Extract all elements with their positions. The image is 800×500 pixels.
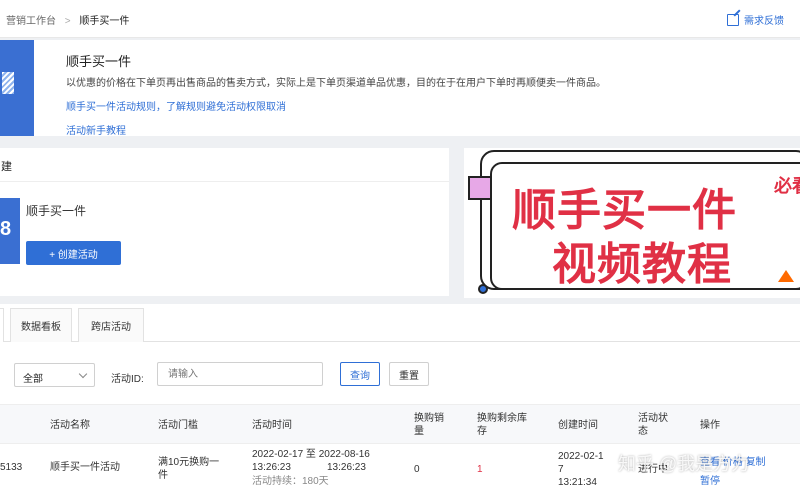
create-heading: 建 <box>0 148 449 182</box>
video-tutorial-banner[interactable]: 顺手买一件 视频教程 必看 <box>464 148 800 298</box>
cell-created-time: 13:21:34 <box>558 477 597 488</box>
tab-cross-store[interactable]: 跨店活动 <box>78 308 144 342</box>
filter-row: ： 全部 活动ID: 查询 重置 <box>0 358 800 390</box>
cell-sales: 0 <box>414 464 420 475</box>
pixel-pattern <box>2 72 14 94</box>
cell-id: 5133 <box>0 462 23 473</box>
header-time: 活动时间 <box>252 420 292 431</box>
banner-badge: 必看 <box>774 176 800 196</box>
activity-id-label: 活动ID: <box>111 374 144 385</box>
header-status: 活动状 态 <box>638 413 668 437</box>
header-actions: 操作 <box>700 420 720 431</box>
cell-stock: 1 <box>477 464 483 475</box>
breadcrumb: 营销工作台 > 顺手买一件 <box>6 12 129 27</box>
create-panel: 建 8 顺手买一件 + 创建活动 <box>0 148 449 296</box>
tab-bar: 数据看板 跨店活动 <box>0 306 800 342</box>
intro-title: 顺手买一件 <box>66 54 132 69</box>
tutorial-link[interactable]: 活动新手教程 <box>66 122 126 137</box>
cell-time-range: 2022-02-17 至 2022-08-16 <box>252 449 370 460</box>
table-header: 活动名称 活动门槛 活动时间 换购销 量 换购剩余库 存 创建时间 活动状 态 … <box>0 404 800 444</box>
cell-created-date: 2022-02-1 7 <box>558 451 604 475</box>
edit-icon <box>727 13 739 26</box>
status-select[interactable]: 全部 <box>14 363 95 387</box>
cell-threshold: 满10元换购一 件 <box>158 457 220 481</box>
activity-id-input[interactable] <box>157 362 323 386</box>
intro-panel: 顺手买一件 以优惠的价格在下单页再出售商品的售卖方式，实际上是下单页渠道单品优惠… <box>0 40 800 137</box>
watermark: 知乎 @我是方力 <box>618 454 750 474</box>
breadcrumb-separator: > <box>64 16 71 27</box>
header-threshold: 活动门槛 <box>158 420 198 431</box>
tab-active[interactable] <box>0 308 4 342</box>
banner-frame: 顺手买一件 视频教程 必看 <box>468 150 800 294</box>
breadcrumb-current: 顺手买一件 <box>79 16 130 27</box>
feedback-label: 需求反馈 <box>744 16 784 27</box>
decor-triangle <box>778 270 794 282</box>
status-selected-value: 全部 <box>23 374 43 385</box>
tab-data-board[interactable]: 数据看板 <box>10 308 72 342</box>
header-name: 活动名称 <box>50 420 90 431</box>
header-stock: 换购剩余库 存 <box>477 413 527 437</box>
chevron-down-icon <box>78 369 88 379</box>
status-label: ： <box>0 370 6 385</box>
cell-time-end: 13:26:23 <box>327 462 366 473</box>
activity-icon: 8 <box>0 198 20 264</box>
activity-name: 顺手买一件 <box>26 204 87 218</box>
decor-dot <box>478 284 488 294</box>
intro-image <box>0 40 34 136</box>
top-bar: 营销工作台 > 顺手买一件 需求反馈 <box>0 0 800 38</box>
header-created: 创建时间 <box>558 420 598 431</box>
reset-button[interactable]: 重置 <box>389 362 429 386</box>
feedback-button[interactable]: 需求反馈 <box>727 12 784 27</box>
decor-square <box>468 176 492 200</box>
cell-time-start: 13:26:23 <box>252 462 291 473</box>
rules-link[interactable]: 顺手买一件活动规则，了解规则避免活动权限取消 <box>66 98 286 113</box>
create-activity-button[interactable]: + 创建活动 <box>26 241 121 265</box>
banner-line2: 视频教程 <box>552 240 732 289</box>
cell-name: 顺手买一件活动 <box>50 462 120 473</box>
cell-duration: 活动持续：180天 <box>252 476 329 487</box>
action-pause[interactable]: 暂停 <box>700 475 720 488</box>
query-button[interactable]: 查询 <box>340 362 380 386</box>
header-sales: 换购销 量 <box>414 413 444 437</box>
intro-description: 以优惠的价格在下单页再出售商品的售卖方式，实际上是下单页渠道单品优惠，目的在于在… <box>66 78 606 89</box>
breadcrumb-parent[interactable]: 营销工作台 <box>6 16 56 27</box>
